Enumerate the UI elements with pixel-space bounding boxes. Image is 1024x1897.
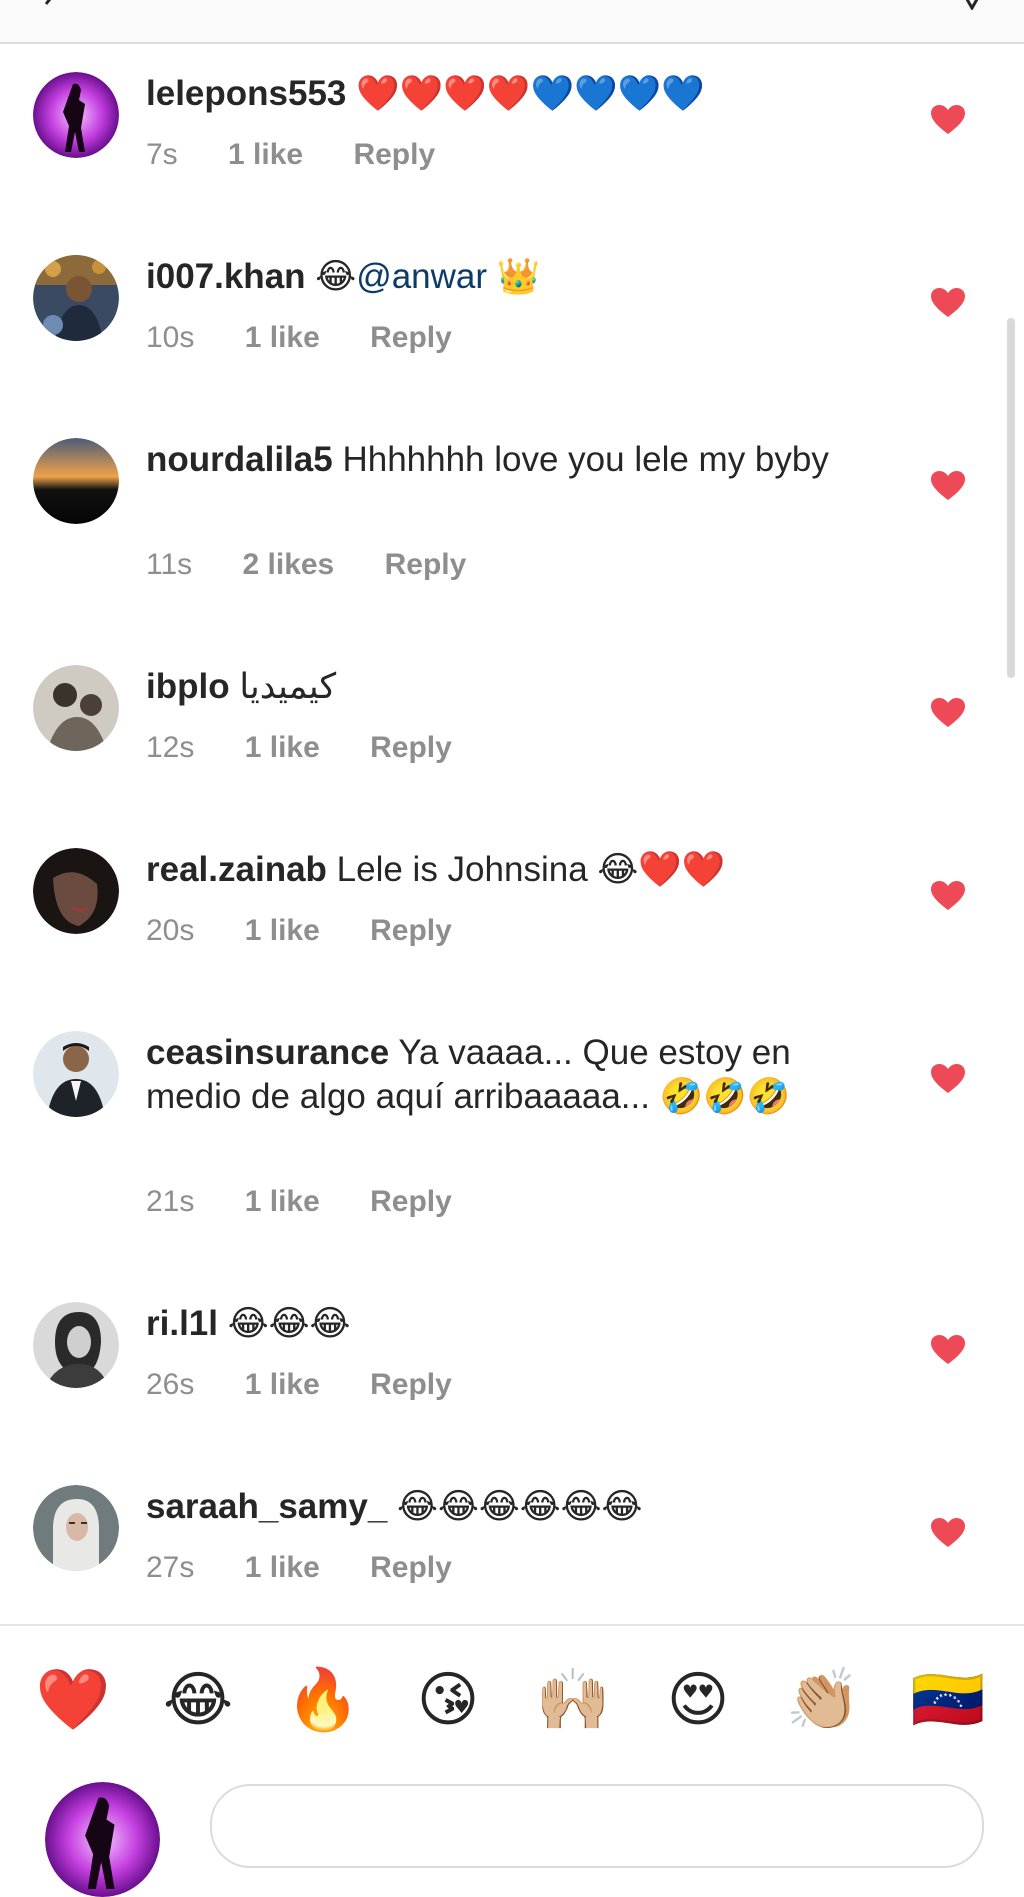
quick-reaction-flag[interactable]: 🇻🇪 xyxy=(908,1660,988,1740)
comment-text: nourdalila5 Hhhhhhh love you lele my byb… xyxy=(146,438,866,482)
timestamp: 12s xyxy=(146,731,195,764)
comment-body: ❤️❤️❤️❤️💙💙💙💙 xyxy=(356,74,705,113)
comment-meta: 20s 1 like Reply xyxy=(146,914,494,948)
reply-button[interactable]: Reply xyxy=(370,1551,452,1584)
comment-text: ibplo كيميديا xyxy=(146,665,866,709)
comment-body: 😂😂😂 xyxy=(227,1304,351,1343)
reply-button[interactable]: Reply xyxy=(370,1185,452,1218)
quick-reaction-kiss[interactable]: 😘 xyxy=(408,1660,488,1740)
like-count[interactable]: 1 like xyxy=(245,321,320,354)
back-chevron-icon[interactable] xyxy=(40,0,64,8)
timestamp: 21s xyxy=(146,1185,195,1218)
comment-text: saraah_samy_ 😂😂😂😂😂😂 xyxy=(146,1485,866,1529)
like-heart-icon[interactable] xyxy=(930,1517,966,1549)
quick-reaction-heart-eyes[interactable]: 😍 xyxy=(658,1660,738,1740)
username[interactable]: real.zainab xyxy=(146,850,327,889)
quick-reaction-bar: ❤️ 😂 🔥 😘 🙌🏼 😍 👏🏼 🇻🇪 xyxy=(0,1660,1024,1740)
quick-reaction-heart[interactable]: ❤️ xyxy=(33,1660,113,1740)
avatar[interactable] xyxy=(33,848,119,934)
comment-text: i007.khan 😂@anwar 👑 xyxy=(146,255,866,299)
like-count[interactable]: 1 like xyxy=(245,914,320,947)
timestamp: 20s xyxy=(146,914,195,947)
comment-body: Hhhhhhh love you lele my byby xyxy=(342,440,829,479)
comment-text: real.zainab Lele is Johnsina 😂❤️❤️ xyxy=(146,848,866,892)
comment-input[interactable] xyxy=(210,1784,984,1868)
avatar[interactable] xyxy=(33,438,119,524)
quick-reaction-raised-hands[interactable]: 🙌🏼 xyxy=(533,1660,613,1740)
comment-meta: 11s 2 likes Reply xyxy=(146,548,508,582)
comment-body: 😂😂😂😂😂😂 xyxy=(397,1487,643,1526)
username[interactable]: saraah_samy_ xyxy=(146,1487,387,1526)
comment-body: 😂 xyxy=(315,257,357,296)
current-user-avatar xyxy=(45,1782,160,1897)
username[interactable]: ibplo xyxy=(146,667,230,706)
top-navigation-bar xyxy=(0,0,1024,44)
avatar[interactable] xyxy=(33,1485,119,1571)
comment-meta: 21s 1 like Reply xyxy=(146,1185,494,1219)
comment-meta: 26s 1 like Reply xyxy=(146,1368,494,1402)
avatar[interactable] xyxy=(33,1302,119,1388)
mention-link[interactable]: @anwar xyxy=(356,257,487,296)
timestamp: 10s xyxy=(146,321,195,354)
reply-button[interactable]: Reply xyxy=(353,138,435,171)
username[interactable]: nourdalila5 xyxy=(146,440,333,479)
like-heart-icon[interactable] xyxy=(930,880,966,912)
timestamp: 26s xyxy=(146,1368,195,1401)
reply-button[interactable]: Reply xyxy=(370,1368,452,1401)
reply-button[interactable]: Reply xyxy=(370,321,452,354)
like-heart-icon[interactable] xyxy=(930,1063,966,1095)
comment-meta: 12s 1 like Reply xyxy=(146,731,494,765)
like-heart-icon[interactable] xyxy=(930,104,966,136)
avatar[interactable] xyxy=(33,255,119,341)
comment-text: ceasinsurance Ya vaaaa... Que estoy en m… xyxy=(146,1031,866,1119)
avatar[interactable] xyxy=(33,1031,119,1117)
like-count[interactable]: 1 like xyxy=(228,138,303,171)
scrollbar-thumb[interactable] xyxy=(1007,318,1015,678)
comment-body: Lele is Johnsina 😂❤️❤️ xyxy=(336,850,726,889)
like-count[interactable]: 1 like xyxy=(245,1368,320,1401)
comment-meta: 7s 1 like Reply xyxy=(146,138,477,172)
username[interactable]: lelepons553 xyxy=(146,74,346,113)
username[interactable]: i007.khan xyxy=(146,257,306,296)
reply-button[interactable]: Reply xyxy=(370,914,452,947)
comment-emojis: 👑 xyxy=(487,257,541,296)
comment-text: ri.l1l 😂😂😂 xyxy=(146,1302,866,1346)
like-heart-icon[interactable] xyxy=(930,287,966,319)
like-heart-icon[interactable] xyxy=(930,697,966,729)
avatar[interactable] xyxy=(33,665,119,751)
reply-button[interactable]: Reply xyxy=(385,548,467,581)
comment-body: كيميديا xyxy=(239,667,337,706)
like-heart-icon[interactable] xyxy=(930,1334,966,1366)
timestamp: 7s xyxy=(146,138,178,171)
quick-reaction-clapping[interactable]: 👏🏼 xyxy=(783,1660,863,1740)
quick-reaction-laughing[interactable]: 😂 xyxy=(158,1660,238,1740)
timestamp: 27s xyxy=(146,1551,195,1584)
comment-meta: 10s 1 like Reply xyxy=(146,321,494,355)
like-count[interactable]: 1 like xyxy=(245,731,320,764)
direct-send-icon[interactable] xyxy=(960,0,984,10)
divider xyxy=(0,1624,1024,1626)
comment-text: lelepons553 ❤️❤️❤️❤️💙💙💙💙 xyxy=(146,72,866,116)
timestamp: 11s xyxy=(146,548,193,581)
like-heart-icon[interactable] xyxy=(930,470,966,502)
comment-meta: 27s 1 like Reply xyxy=(146,1551,494,1585)
like-count[interactable]: 1 like xyxy=(245,1551,320,1584)
avatar[interactable] xyxy=(33,72,119,158)
username[interactable]: ceasinsurance xyxy=(146,1033,389,1072)
like-count[interactable]: 2 likes xyxy=(243,548,335,581)
like-count[interactable]: 1 like xyxy=(245,1185,320,1218)
username[interactable]: ri.l1l xyxy=(146,1304,218,1343)
quick-reaction-fire[interactable]: 🔥 xyxy=(283,1660,363,1740)
reply-button[interactable]: Reply xyxy=(370,731,452,764)
